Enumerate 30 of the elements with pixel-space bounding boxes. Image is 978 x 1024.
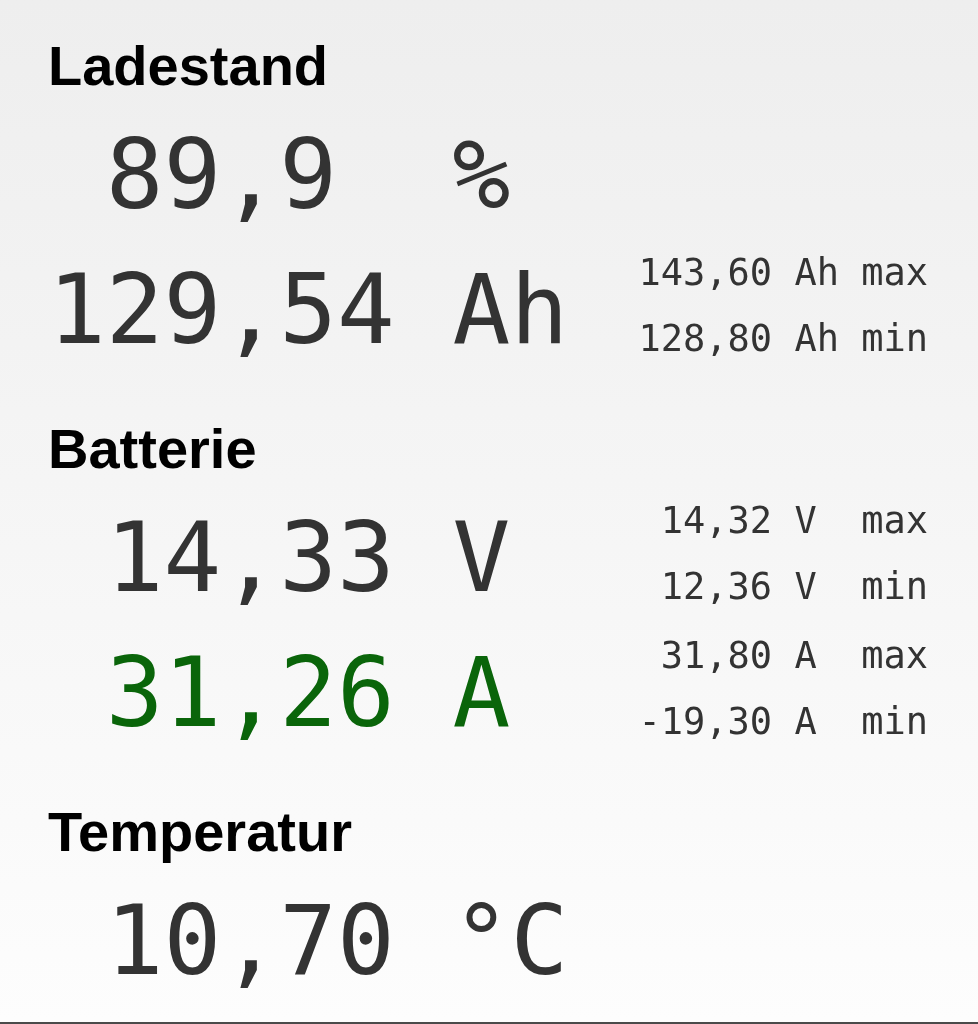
stat-label: max [861,498,928,544]
stat-label: max [861,250,928,296]
section-heading: Ladestand [48,38,329,94]
stat-unit: A [794,633,817,679]
stat-value: 14,32 [660,498,773,544]
reading-unit: A [452,636,511,751]
reading-unit: % [452,118,511,233]
reading-value: 14,33 [105,501,395,616]
reading-value: 89,9 [105,118,337,233]
stat-label: min [861,699,928,745]
reading-unit: Ah [452,253,569,368]
stat-label: min [861,316,928,362]
reading-unit: V [452,501,511,616]
stat-value: 128,80 [638,316,773,362]
reading-value: 10,70 [105,884,395,999]
reading-unit: °C [452,884,569,999]
stat-value: 12,36 [660,564,773,610]
section-heading: Batterie [48,421,257,477]
stat-unit: A [794,699,817,745]
stat-unit: Ah [794,316,839,362]
reading-value: 31,26 [105,636,395,751]
stat-unit: V [794,498,817,544]
stat-value: -19,30 [638,699,773,745]
stat-value: 143,60 [638,250,773,296]
stat-unit: Ah [794,250,839,296]
stat-unit: V [794,564,817,610]
stat-value: 31,80 [660,633,773,679]
stat-label: max [861,633,928,679]
stat-label: min [861,564,928,610]
reading-value: 129,54 [48,253,395,368]
